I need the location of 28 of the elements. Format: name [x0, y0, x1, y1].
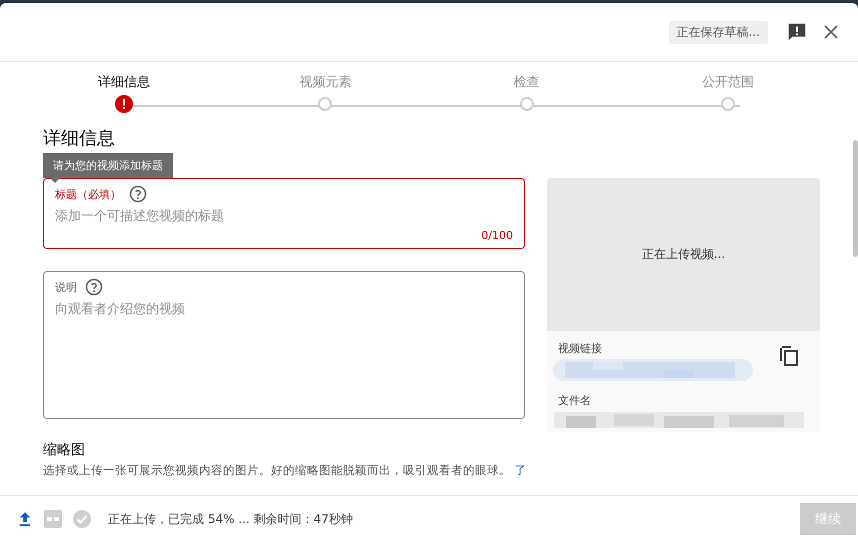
feedback-icon[interactable] — [786, 21, 808, 43]
help-icon[interactable] — [129, 185, 147, 203]
section-heading: 详细信息 — [43, 128, 115, 150]
learn-more-link[interactable]: 了 — [514, 463, 527, 477]
upload-status: 正在上传视频... — [642, 246, 726, 263]
text-field[interactable]: 说明 向观看者介绍您的视频 — [43, 271, 525, 419]
help-icon[interactable] — [85, 278, 103, 296]
scrollbar-thumb[interactable] — [853, 140, 858, 257]
step-label[interactable]: 公开范围 — [702, 73, 754, 91]
text-field[interactable]: 标题（必填） 添加一个可描述您视频的标题 0/100 — [43, 178, 525, 249]
thumbnail-description: 选择或上传一张可展示您视频内容的图片。好的缩略图能脱颖而出，吸引观看者的眼球。 了 — [43, 462, 527, 479]
save-status: 正在保存草稿... — [668, 20, 768, 44]
field-label: 说明 — [55, 280, 77, 294]
section-title: 缩略图 — [43, 441, 85, 459]
field-label: 视频链接 — [558, 341, 603, 356]
check-icon[interactable] — [72, 509, 92, 529]
step-label[interactable]: 检查 — [514, 73, 540, 91]
field-placeholder: 添加一个可描述您视频的标题 — [55, 208, 224, 225]
step-label[interactable]: 视频元素 — [299, 73, 352, 91]
field-placeholder: 向观看者介绍您的视频 — [55, 301, 185, 318]
upload-progress-text: 正在上传，已完成 54% ... 剩余时间：47秒钟 — [108, 510, 354, 528]
field-label: 文件名 — [558, 393, 592, 408]
field-label: 标题（必填） — [55, 186, 121, 202]
close-icon[interactable] — [822, 23, 840, 41]
character-counter: 0/100 — [481, 229, 513, 242]
copy-icon[interactable] — [779, 345, 799, 367]
step-label[interactable]: 详细信息 — [98, 73, 150, 91]
tooltip: 请为您的视频添加标题 — [43, 153, 173, 183]
